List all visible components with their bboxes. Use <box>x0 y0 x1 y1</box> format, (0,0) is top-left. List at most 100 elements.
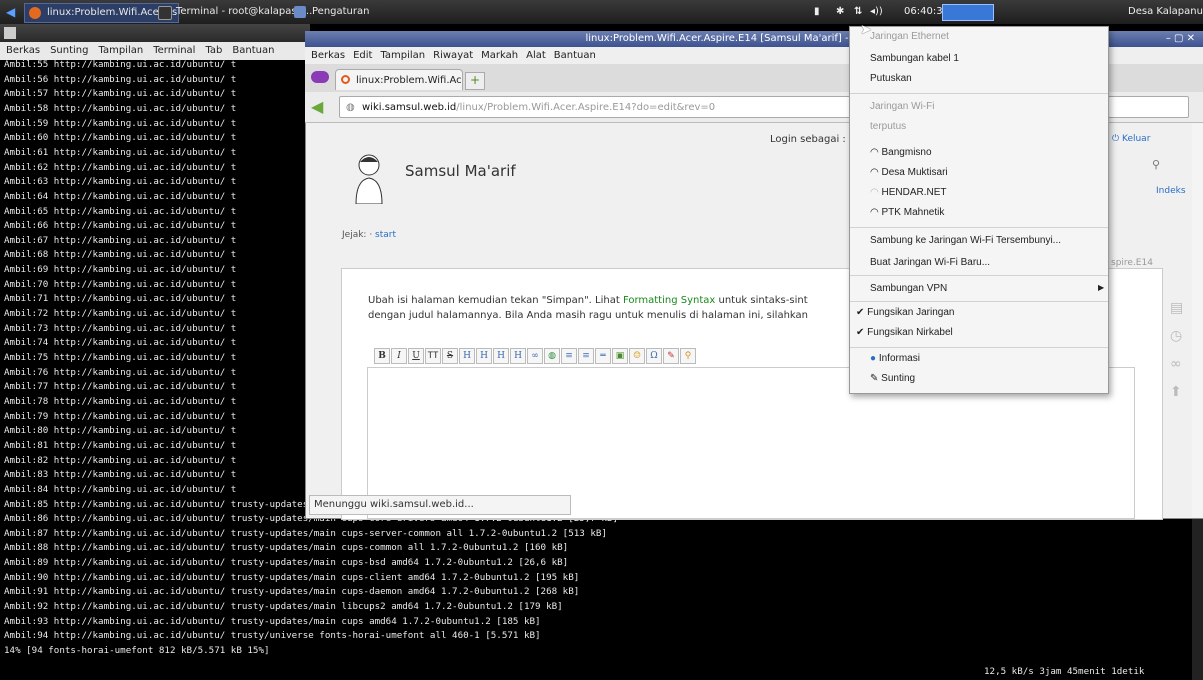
enable-networking-label: Fungsikan Jaringan <box>867 307 955 318</box>
terminal-menu-terminal[interactable]: Terminal <box>153 45 195 56</box>
back-arrow-icon[interactable]: ◀ <box>311 98 331 116</box>
image-icon[interactable]: ▣ <box>612 348 628 364</box>
ff-menu-history[interactable]: Riwayat <box>433 50 473 61</box>
top-arrow-icon[interactable]: ⬆ <box>1170 384 1182 400</box>
vpn-item[interactable]: Sambungan VPN <box>870 279 947 299</box>
terminal-menu-edit[interactable]: Sunting <box>50 45 88 56</box>
terminal-titlebar[interactable] <box>0 24 310 42</box>
side-label: spire.E14 <box>1111 258 1153 268</box>
unordered-list-icon[interactable]: ≡ <box>578 348 594 364</box>
hr-icon[interactable]: ═ <box>595 348 611 364</box>
terminal-app-icon <box>4 27 16 39</box>
info-icon: ● <box>870 353 879 364</box>
top-panel: ◀ linux:Problem.Wifi.Acer.As... Terminal… <box>0 0 1203 24</box>
tab-wiki[interactable]: linux:Problem.Wifi.Acer.E14 ... <box>335 69 463 90</box>
terminal-line: Ambil:78 http://kambing.ui.ac.id/ubuntu/… <box>4 395 237 407</box>
window-controls[interactable]: – ▢ ✕ <box>1166 31 1195 47</box>
taskbar-terminal[interactable]: Terminal - root@kalapasa... <box>154 3 312 21</box>
terminal-line: Ambil:62 http://kambing.ui.ac.id/ubuntu/… <box>4 161 237 173</box>
wifi-signal-icon: ◠ <box>870 187 882 198</box>
new-tab-button[interactable]: + <box>465 72 485 90</box>
ordered-list-icon[interactable]: ≡ <box>561 348 577 364</box>
terminal-line: Ambil:60 http://kambing.ui.ac.id/ubuntu/… <box>4 132 237 144</box>
terminal-line: Ambil:71 http://kambing.ui.ac.id/ubuntu/… <box>4 293 237 305</box>
terminal-menu-file[interactable]: Berkas <box>6 45 40 56</box>
ff-menu-file[interactable]: Berkas <box>311 50 345 61</box>
underline-button[interactable]: U <box>408 348 424 364</box>
menu-separator <box>850 227 1108 228</box>
terminal-line: Ambil:59 http://kambing.ui.ac.id/ubuntu/… <box>4 117 237 129</box>
external-link-icon[interactable]: ◍ <box>544 348 560 364</box>
terminal-line: Ambil:76 http://kambing.ui.ac.id/ubuntu/… <box>4 366 237 378</box>
enable-networking-item[interactable]: ✔ Fungsikan Jaringan <box>856 303 954 323</box>
terminal-menu-view[interactable]: Tampilan <box>99 45 144 56</box>
user-label[interactable]: Desa Kalapanunggal <box>1128 0 1203 24</box>
terminal-line: Ambil:70 http://kambing.ui.ac.id/ubuntu/… <box>4 278 237 290</box>
special-chars-icon[interactable]: Ω <box>646 348 662 364</box>
menu-arrow-icon[interactable]: ◀ <box>6 5 20 19</box>
italic-button[interactable]: I <box>391 348 407 364</box>
wifi-network-item[interactable]: ◠ PTK Mahnetik <box>870 203 944 223</box>
connect-hidden-item[interactable]: Sambung ke Jaringan Wi-Fi Tersembunyi... <box>870 231 1061 251</box>
bold-button[interactable]: B <box>374 348 390 364</box>
heading-menu-button[interactable]: H <box>510 348 526 364</box>
spellcheck-icon[interactable]: ⚲ <box>680 348 696 364</box>
disconnect-item[interactable]: Putuskan <box>870 69 912 89</box>
ethernet-header: Jaringan Ethernet <box>870 31 949 42</box>
signature-icon[interactable]: ✎ <box>663 348 679 364</box>
site-search-icon[interactable]: ⚲ <box>1152 158 1160 171</box>
info-item[interactable]: ● Informasi <box>870 349 920 369</box>
ff-menu-edit[interactable]: Edit <box>353 50 372 61</box>
link-icon[interactable]: ∞ <box>527 348 543 364</box>
terminal-menu-tab[interactable]: Tab <box>205 45 222 56</box>
monospace-button[interactable]: TT <box>425 348 441 364</box>
history-icon[interactable]: ◷ <box>1170 328 1182 344</box>
submenu-arrow-icon: ▶ <box>1098 283 1105 292</box>
create-network-item[interactable]: Buat Jaringan Wi-Fi Baru... <box>870 253 990 273</box>
wired-connection-item[interactable]: Sambungan kabel 1 <box>870 49 959 69</box>
heading-higher-button[interactable]: H <box>493 348 509 364</box>
taskbar-settings[interactable]: Pengaturan <box>290 3 418 21</box>
terminal-line: Ambil:83 http://kambing.ui.ac.id/ubuntu/… <box>4 469 237 481</box>
page-icon[interactable]: ▤ <box>1170 300 1183 316</box>
volume-icon[interactable]: ◂)) <box>870 0 883 24</box>
workspace-switcher[interactable] <box>942 4 994 21</box>
site-title[interactable]: Samsul Ma'arif <box>405 162 516 180</box>
breadcrumb-link[interactable]: start <box>375 230 396 240</box>
edit-label: Sunting <box>881 373 916 384</box>
menu-separator <box>850 301 1108 302</box>
edit-item[interactable]: ✎ Sunting <box>870 369 915 389</box>
logout-label: Keluar <box>1121 134 1151 144</box>
network-icon[interactable]: ⇅ <box>854 0 862 24</box>
ff-menu-help[interactable]: Bantuan <box>554 50 596 61</box>
terminal-menu-help[interactable]: Bantuan <box>232 45 274 56</box>
heading-lower-button[interactable]: H <box>476 348 492 364</box>
wifi-header: Jaringan Wi-Fi <box>870 101 935 112</box>
terminal-line: Ambil:80 http://kambing.ui.ac.id/ubuntu/… <box>4 425 237 437</box>
formatting-syntax-link[interactable]: Formatting Syntax <box>623 295 715 306</box>
strike-button[interactable]: S <box>442 348 458 364</box>
backlinks-icon[interactable]: ∞ <box>1170 356 1182 372</box>
terminal-line: Ambil:90 http://kambing.ui.ac.id/ubuntu/… <box>4 571 580 583</box>
terminal-line: Ambil:93 http://kambing.ui.ac.id/ubuntu/… <box>4 615 541 627</box>
wifi-network-item[interactable]: ◠ HENDAR.NET <box>870 183 947 203</box>
terminal-line: Ambil:73 http://kambing.ui.ac.id/ubuntu/… <box>4 322 237 334</box>
wifi-network-item[interactable]: ◠ Bangmisno <box>870 143 932 163</box>
terminal-line: Ambil:92 http://kambing.ui.ac.id/ubuntu/… <box>4 601 563 613</box>
wifi-network-label: PTK Mahnetik <box>881 207 945 218</box>
logout-link[interactable]: ⏻ Keluar <box>1112 134 1150 144</box>
heading-same-button[interactable]: H <box>459 348 475 364</box>
ff-menu-bookmarks[interactable]: Markah <box>481 50 518 61</box>
terminal-line: Ambil:68 http://kambing.ui.ac.id/ubuntu/… <box>4 249 237 261</box>
url-domain: wiki.samsul.web.id <box>362 102 457 113</box>
ff-menu-tools[interactable]: Alat <box>526 50 546 61</box>
bluetooth-icon[interactable]: ✱ <box>836 0 844 24</box>
enable-wireless-item[interactable]: ✔ Fungsikan Nirkabel <box>856 323 953 343</box>
index-link[interactable]: Indeks <box>1156 186 1186 196</box>
ff-menu-view[interactable]: Tampilan <box>380 50 425 61</box>
terminal-line: Ambil:58 http://kambing.ui.ac.id/ubuntu/… <box>4 102 237 114</box>
battery-icon[interactable]: ▮ <box>814 0 820 24</box>
terminal-line: Ambil:75 http://kambing.ui.ac.id/ubuntu/… <box>4 352 237 363</box>
wifi-network-item[interactable]: ◠ Desa Muktisari <box>870 163 948 183</box>
smiley-icon[interactable]: ☺ <box>629 348 645 364</box>
